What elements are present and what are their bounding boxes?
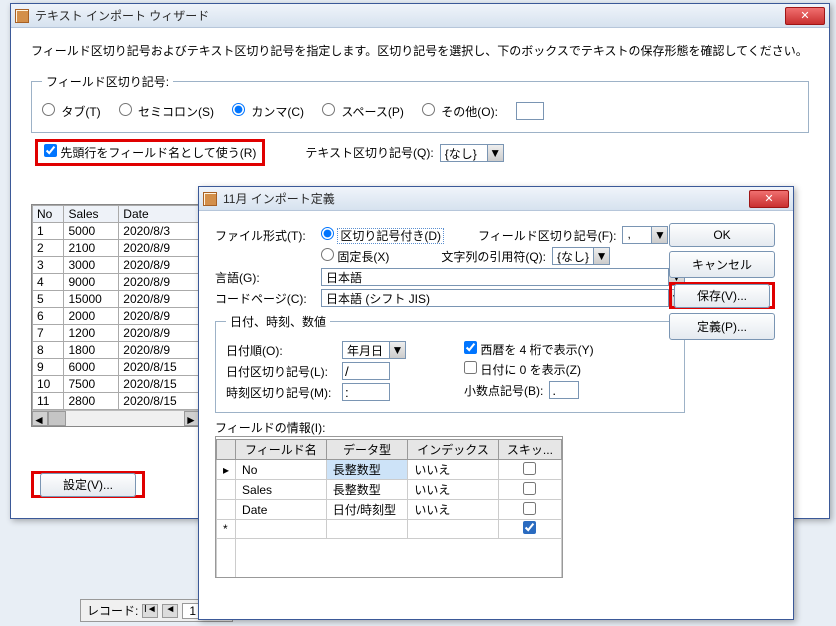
grid-col-index: インデックス — [408, 440, 499, 460]
date-delim-input[interactable] — [342, 362, 390, 380]
ok-button[interactable]: OK — [669, 223, 775, 247]
time-delim-label: 時刻区切り記号(M): — [226, 384, 336, 401]
nav-prev[interactable]: ◄ — [162, 604, 178, 618]
text-qualifier-label: テキスト区切り記号(Q): — [305, 144, 433, 161]
table-row: 490002020/8/9 — [33, 274, 200, 291]
wizard-titlebar: テキスト インポート ウィザード ✕ — [11, 4, 829, 28]
save-button[interactable]: 保存(V)... — [674, 284, 770, 308]
grid-row[interactable]: Date日付/時刻型いいえ — [217, 500, 562, 520]
datetime-group: 日付、時刻、数値 日付順(O): 年月日▼ 日付区切り記号(L): 時刻区切り記… — [215, 313, 685, 413]
chevron-down-icon: ▼ — [652, 226, 668, 244]
four-digit-year-checkbox[interactable]: 西暦を 4 桁で表示(Y) — [464, 341, 594, 358]
table-row: 5150002020/8/9 — [33, 291, 200, 308]
language-label: 言語(G): — [215, 269, 315, 286]
save-button-highlight: 保存(V)... — [669, 282, 775, 309]
table-row: 712002020/8/9 — [33, 325, 200, 342]
date-order-combo[interactable]: 年月日▼ — [342, 341, 406, 359]
other-delim-input[interactable] — [516, 102, 544, 120]
grid-new-row[interactable]: * — [217, 520, 562, 539]
text-qualifier-spec-label: 文字列の引用符(Q): — [441, 248, 546, 265]
skip-checkbox[interactable] — [523, 482, 536, 495]
skip-checkbox[interactable] — [523, 462, 536, 475]
spec-titlebar: 11月 インポート定義 ✕ — [199, 187, 793, 211]
table-row: 818002020/8/9 — [33, 342, 200, 359]
chevron-down-icon: ▼ — [390, 341, 406, 359]
col-sales: Sales — [64, 206, 119, 223]
preview-h-scrollbar[interactable]: ◄ ► — [32, 410, 200, 426]
table-row: 330002020/8/9 — [33, 257, 200, 274]
spec-content: OK キャンセル 保存(V)... 定義(P)... ファイル形式(T): 区切… — [199, 211, 793, 619]
delimiter-group-label: フィールド区切り記号: — [42, 73, 173, 90]
field-delimiter-combo[interactable]: ,▼ — [622, 226, 668, 244]
text-qualifier-spec-combo[interactable]: {なし}▼ — [552, 247, 610, 265]
scroll-left-btn[interactable]: ◄ — [32, 411, 48, 426]
col-date: Date — [119, 206, 200, 223]
close-button[interactable]: ✕ — [785, 7, 825, 25]
field-info-grid: フィールド名 データ型 インデックス スキッ... ▸No長整数型いいえ Sal… — [215, 436, 563, 578]
date-order-label: 日付順(O): — [226, 342, 336, 359]
specs-button[interactable]: 定義(P)... — [669, 313, 775, 340]
table-row: 1128002020/8/15 — [33, 393, 200, 410]
preview-table: No Sales Date 150002020/8/3 221002020/8/… — [31, 204, 201, 427]
wizard-content: フィールド区切り記号およびテキスト区切り記号を指定します。区切り記号を選択し、下… — [11, 28, 829, 186]
skip-checkbox[interactable] — [523, 502, 536, 515]
delimiter-group: フィールド区切り記号: タブ(T) セミコロン(S) カンマ(C) スペース(P… — [31, 73, 809, 133]
table-row: 960002020/8/15 — [33, 359, 200, 376]
field-delimiter-label: フィールド区切り記号(F): — [478, 227, 616, 244]
chevron-down-icon: ▼ — [594, 247, 610, 265]
first-row-header-checkbox[interactable]: 先頭行をフィールド名として使う(R) — [44, 146, 256, 160]
time-delim-input[interactable] — [342, 383, 390, 401]
app-icon — [203, 192, 217, 206]
spec-dialog: 11月 インポート定義 ✕ OK キャンセル 保存(V)... 定義(P)...… — [198, 186, 794, 620]
radio-fixed[interactable]: 固定長(X) — [321, 248, 389, 265]
table-row: 1075002020/8/15 — [33, 376, 200, 393]
spec-title: 11月 インポート定義 — [223, 190, 747, 207]
radio-semicolon[interactable]: セミコロン(S) — [119, 103, 214, 120]
codepage-label: コードページ(C): — [215, 290, 315, 307]
decimal-label: 小数点記号(B): — [464, 382, 543, 399]
decimal-input[interactable] — [549, 381, 579, 399]
intro-text: フィールド区切り記号およびテキスト区切り記号を指定します。区切り記号を選択し、下… — [31, 42, 809, 61]
leading-zero-checkbox[interactable]: 日付に 0 を表示(Z) — [464, 361, 581, 378]
grid-col-fieldname: フィールド名 — [236, 440, 327, 460]
chevron-down-icon: ▼ — [488, 144, 504, 162]
radio-delimited[interactable]: 区切り記号付き(D) — [321, 227, 444, 244]
spec-close-button[interactable]: ✕ — [749, 190, 789, 208]
table-row: 150002020/8/3 — [33, 223, 200, 240]
radio-other[interactable]: その他(O): — [422, 103, 498, 120]
table-row: 620002020/8/9 — [33, 308, 200, 325]
date-delim-label: 日付区切り記号(L): — [226, 363, 336, 380]
settings-button[interactable]: 設定(V)... — [40, 473, 136, 497]
wizard-title: テキスト インポート ウィザード — [35, 7, 783, 24]
radio-comma[interactable]: カンマ(C) — [232, 103, 304, 120]
record-label: レコード: — [87, 602, 138, 619]
datetime-group-label: 日付、時刻、数値 — [226, 313, 330, 330]
row-marker-header — [217, 440, 236, 460]
col-no: No — [33, 206, 64, 223]
file-format-label: ファイル形式(T): — [215, 227, 315, 244]
grid-col-datatype: データ型 — [326, 440, 408, 460]
language-combo[interactable]: 日本語▼ — [321, 268, 685, 286]
radio-space[interactable]: スペース(P) — [322, 103, 404, 120]
radio-tab[interactable]: タブ(T) — [42, 103, 101, 120]
settings-button-highlight: 設定(V)... — [31, 471, 145, 498]
nav-first[interactable]: I◄ — [142, 604, 158, 618]
text-qualifier-combo[interactable]: {なし} ▼ — [440, 144, 504, 162]
first-row-header-highlight: 先頭行をフィールド名として使う(R) — [35, 139, 265, 166]
fields-info-label: フィールドの情報(I): — [215, 419, 685, 436]
app-icon — [15, 9, 29, 23]
codepage-combo[interactable]: 日本語 (シフト JIS)▼ — [321, 289, 685, 307]
grid-row[interactable]: ▸No長整数型いいえ — [217, 460, 562, 480]
table-row: 221002020/8/9 — [33, 240, 200, 257]
grid-col-skip: スキッ... — [498, 440, 561, 460]
cancel-button[interactable]: キャンセル — [669, 251, 775, 278]
grid-row[interactable]: Sales長整数型いいえ — [217, 480, 562, 500]
skip-checkbox[interactable] — [523, 521, 536, 534]
